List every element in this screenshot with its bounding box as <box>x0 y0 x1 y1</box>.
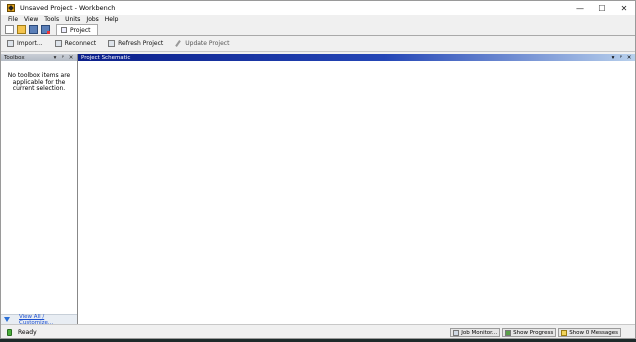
show-messages-button[interactable]: Show 0 Messages <box>558 328 621 337</box>
window-title: Unsaved Project - Workbench <box>20 4 116 12</box>
toolbox-footer: View All / Customize... <box>1 314 77 326</box>
toolbox-title: Toolbox <box>4 54 25 61</box>
menu-view[interactable]: View <box>24 16 38 23</box>
refresh-icon <box>108 40 116 47</box>
status-buttons: Job Monitor... Show Progress Show 0 Mess… <box>448 328 621 337</box>
job-monitor-icon <box>453 329 460 336</box>
refresh-project-button[interactable]: Refresh Project <box>108 40 163 47</box>
save-icon[interactable] <box>29 25 38 34</box>
show-progress-label: Show Progress <box>513 329 554 336</box>
messages-icon <box>561 329 568 336</box>
filter-icon[interactable] <box>4 317 10 322</box>
schematic-pin-icon[interactable]: ᵖ <box>617 55 625 61</box>
toolbox-header: Toolbox ▾ ᵖ ✕ <box>1 54 77 61</box>
import-icon <box>7 40 14 47</box>
schematic-dropdown-icon[interactable]: ▾ <box>609 55 617 61</box>
toolbox-close-icon[interactable]: ✕ <box>67 55 75 61</box>
minimize-button[interactable]: — <box>569 1 591 15</box>
close-button[interactable]: ✕ <box>613 1 635 15</box>
main-area: Toolbox ▾ ᵖ ✕ No toolbox items are appli… <box>1 54 635 326</box>
toolbox-dropdown-icon[interactable]: ▾ <box>51 55 59 61</box>
toolbox-empty-message: No toolbox items are applicable for the … <box>7 72 71 92</box>
status-left: Ready <box>7 328 37 336</box>
show-messages-label: Show 0 Messages <box>569 329 618 336</box>
action-toolbar: Import... Reconnect Refresh Project Upda… <box>1 36 635 52</box>
open-folder-icon[interactable] <box>17 25 26 34</box>
refresh-label: Refresh Project <box>118 40 164 47</box>
tab-project[interactable]: Project <box>56 24 98 35</box>
menu-file[interactable]: File <box>8 16 18 23</box>
reconnect-button[interactable]: Reconnect <box>54 40 97 47</box>
menu-help[interactable]: Help <box>105 16 119 23</box>
menu-jobs[interactable]: Jobs <box>86 16 98 23</box>
tab-project-label: Project <box>70 26 91 34</box>
schematic-canvas[interactable] <box>78 61 635 324</box>
reconnect-label: Reconnect <box>64 40 97 47</box>
update-label: Update Project <box>185 40 230 47</box>
title-bar: Unsaved Project - Workbench — ☐ ✕ <box>1 1 635 15</box>
workbench-app-icon <box>7 4 15 12</box>
menu-tools[interactable]: Tools <box>44 16 59 23</box>
quick-access-toolbar: Project <box>1 24 635 36</box>
schematic-close-icon[interactable]: ✕ <box>625 55 633 61</box>
toolbox-pin-icon[interactable]: ᵖ <box>59 55 67 61</box>
save-as-icon[interactable] <box>41 25 50 34</box>
status-bar: Ready Job Monitor... Show Progress Show … <box>1 324 635 338</box>
schematic-title: Project Schematic <box>81 54 131 61</box>
update-project-button[interactable]: Update Project <box>175 40 229 47</box>
menu-units[interactable]: Units <box>65 16 80 23</box>
schematic-header: Project Schematic ▾ ᵖ ✕ <box>78 54 635 61</box>
ready-status-icon <box>7 328 12 336</box>
progress-icon <box>505 329 512 336</box>
status-text: Ready <box>18 328 37 336</box>
maximize-button[interactable]: ☐ <box>591 1 613 15</box>
project-schematic-panel: Project Schematic ▾ ᵖ ✕ <box>78 54 635 324</box>
import-label: Import... <box>17 40 43 47</box>
show-progress-button[interactable]: Show Progress <box>502 328 557 337</box>
schematic-panel-controls: ▾ ᵖ ✕ <box>609 54 633 61</box>
job-monitor-button[interactable]: Job Monitor... <box>450 328 501 337</box>
menu-bar: File View Tools Units Jobs Help <box>1 15 635 24</box>
toolbox-panel: Toolbox ▾ ᵖ ✕ No toolbox items are appli… <box>1 54 78 326</box>
import-button[interactable]: Import... <box>7 40 43 47</box>
toolbox-panel-controls: ▾ ᵖ ✕ <box>51 54 75 61</box>
project-tab-icon <box>61 27 67 33</box>
update-pencil-icon <box>175 40 182 47</box>
workbench-window: Unsaved Project - Workbench — ☐ ✕ File V… <box>0 0 636 339</box>
job-monitor-label: Job Monitor... <box>461 329 498 336</box>
window-controls: — ☐ ✕ <box>569 1 635 15</box>
reconnect-icon <box>54 40 62 47</box>
new-project-icon[interactable] <box>5 25 14 34</box>
